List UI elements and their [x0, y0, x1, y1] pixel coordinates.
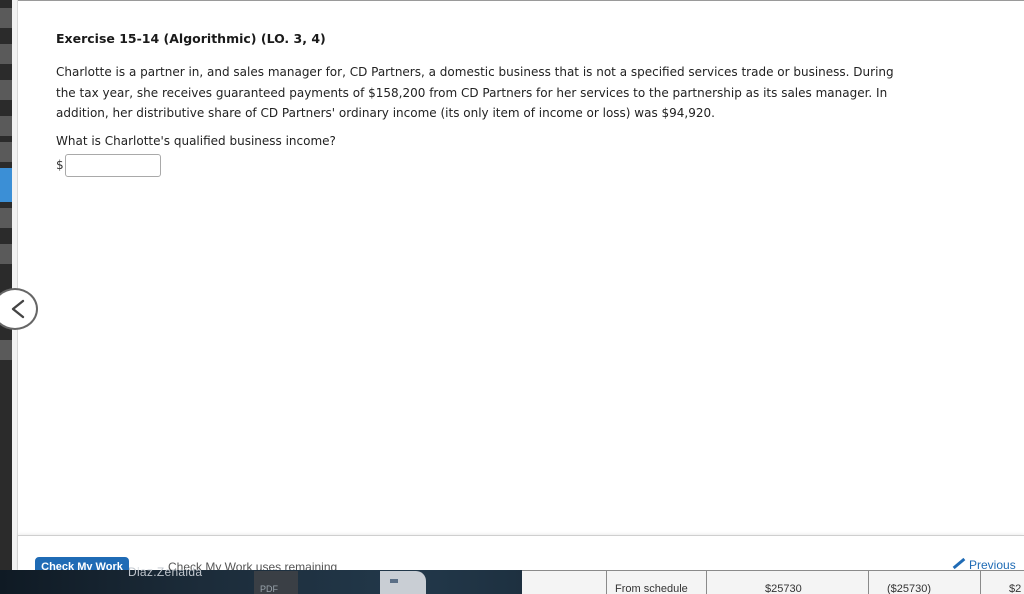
answer-row: $: [56, 153, 896, 177]
question-nav-marker[interactable]: [0, 340, 12, 360]
problem-text: Charlotte is a partner in, and sales man…: [56, 65, 894, 120]
sidebar-divider: [12, 0, 18, 570]
currency-symbol: $: [56, 158, 64, 172]
previous-question-button[interactable]: [0, 288, 38, 330]
question-nav-marker[interactable]: [0, 80, 12, 100]
sheet-cell[interactable]: $25730: [706, 571, 868, 594]
question-nav-marker[interactable]: [0, 8, 12, 28]
pencil-icon: [952, 557, 966, 569]
question-nav-strip: [0, 0, 12, 570]
question-nav-marker[interactable]: [0, 208, 12, 228]
exercise-panel: Exercise 15-14 (Algorithmic) (LO. 3, 4) …: [56, 31, 896, 177]
spreadsheet-window: From schedule $25730 ($25730) $2: [522, 570, 1024, 594]
sheet-cell[interactable]: $2: [980, 571, 1024, 594]
document-thumbnail[interactable]: [380, 571, 426, 594]
pdf-label: PDF: [260, 584, 278, 594]
question-nav-marker[interactable]: [0, 244, 12, 264]
sheet-cell[interactable]: ($25730): [868, 571, 980, 594]
question-nav-marker[interactable]: [0, 44, 12, 64]
chevron-left-icon: [11, 299, 25, 319]
user-name-label: Diaz.Zenaida: [128, 565, 203, 579]
sheet-cell[interactable]: From schedule: [606, 571, 706, 594]
exercise-title: Exercise 15-14 (Algorithmic) (LO. 3, 4): [56, 31, 326, 46]
top-divider: [18, 0, 1024, 1]
question-text: What is Charlotte's qualified business i…: [56, 133, 336, 148]
qbi-answer-input[interactable]: [64, 153, 161, 177]
question-nav-marker-active[interactable]: [0, 168, 12, 202]
question-nav-marker[interactable]: [0, 142, 12, 162]
question-nav-marker[interactable]: [0, 116, 12, 136]
pdf-thumbnail[interactable]: PDF: [254, 571, 298, 594]
